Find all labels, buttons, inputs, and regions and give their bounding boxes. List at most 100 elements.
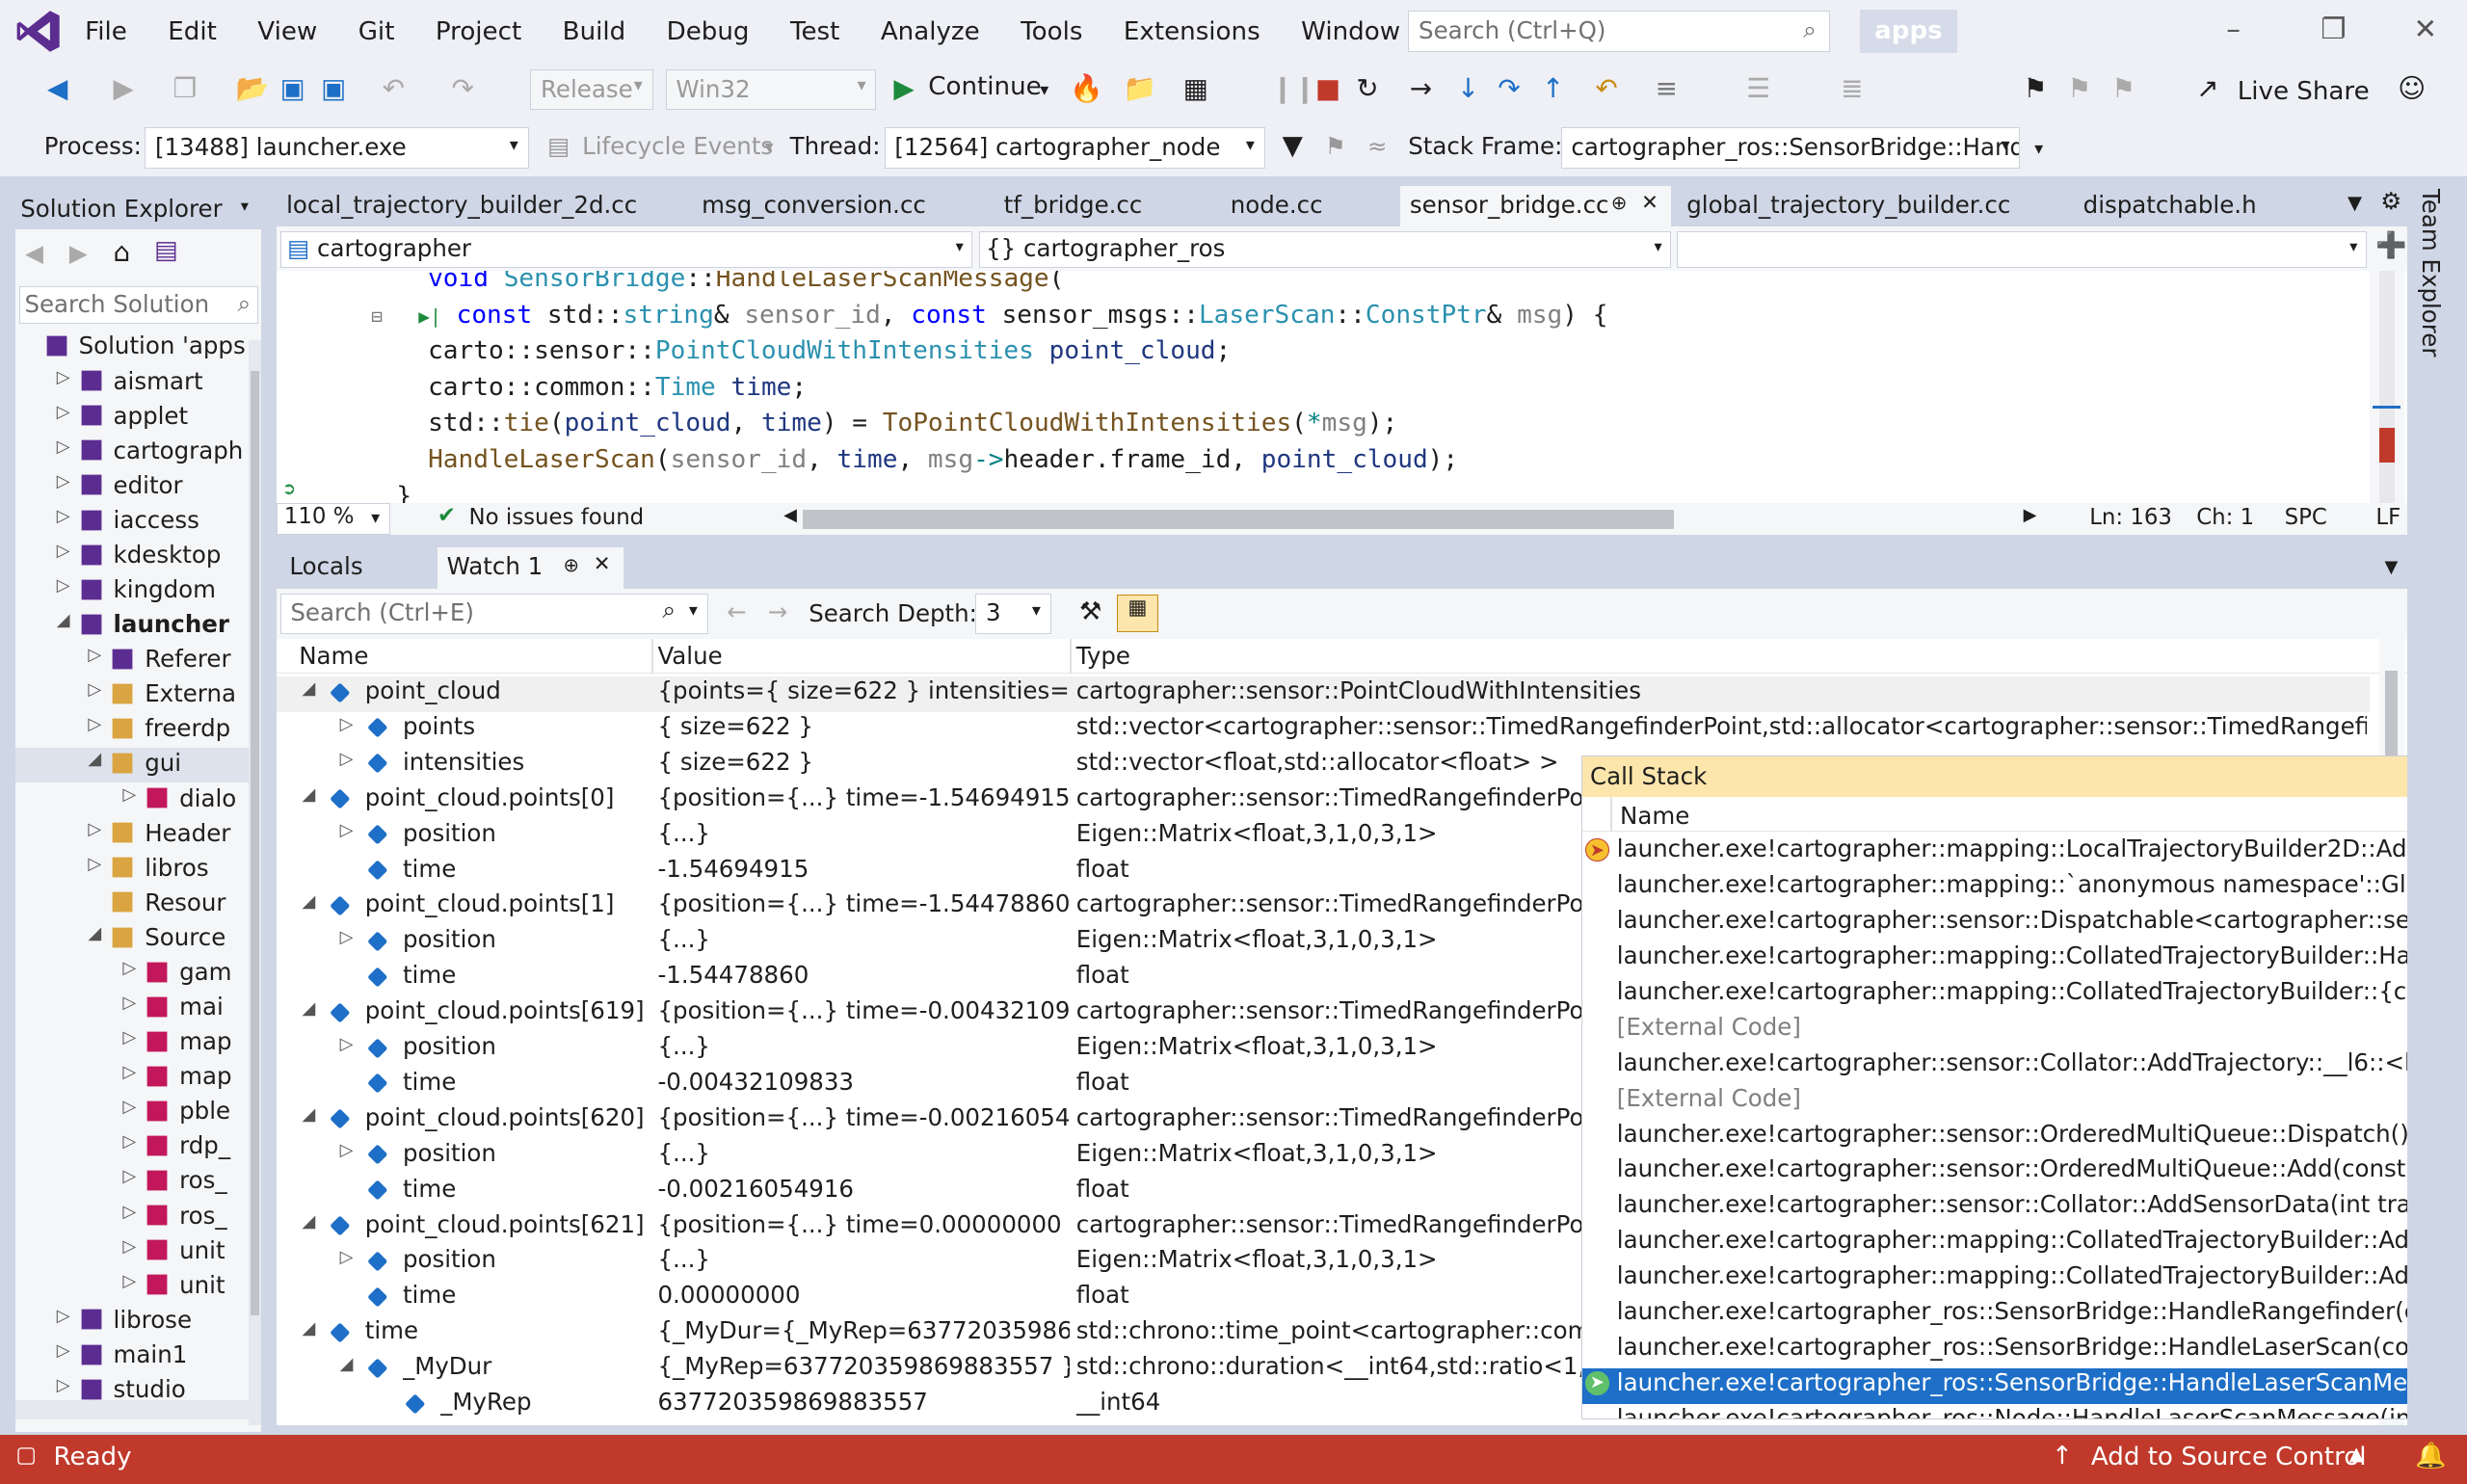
tree-item[interactable]: ▷ Externa — [15, 678, 249, 713]
hex-display-icon[interactable]: ≡ — [1656, 72, 1678, 104]
menu-file[interactable]: File — [85, 17, 127, 46]
collapsed-icon[interactable]: ▷ — [57, 471, 70, 491]
tree-item[interactable]: Solution 'apps — [15, 331, 249, 365]
tree-item[interactable]: Resour — [15, 887, 249, 921]
call-stack-frame[interactable]: [External Code] — [1582, 1084, 2466, 1120]
collapsed-icon[interactable]: ▷ — [57, 541, 70, 561]
column-header-value[interactable]: Value — [657, 642, 722, 670]
issues-indicator[interactable]: No issues found — [469, 505, 645, 530]
show-next-statement-icon[interactable]: → — [1410, 72, 1432, 104]
call-stack-frame[interactable]: launcher.exe!cartographer::mapping::`ano… — [1582, 870, 2466, 906]
watch-row[interactable]: ◢ point_cloud {points={ size=622 } intensi… — [277, 676, 2370, 712]
tab-tf-bridge-cc[interactable]: tf_bridge.cc — [994, 185, 1215, 227]
tree-item[interactable]: ▷ librose — [15, 1304, 249, 1338]
minimize-icon[interactable]: – — [2226, 13, 2241, 45]
tree-item[interactable]: ▷ kingdom — [15, 573, 249, 608]
collapsed-icon[interactable]: ▷ — [122, 1097, 136, 1117]
close-icon[interactable]: ✕ — [2414, 13, 2438, 45]
tree-item[interactable]: ◢ launcher — [15, 609, 249, 644]
redo-icon[interactable]: ↷ — [452, 72, 474, 104]
watch-value[interactable]: -0.00216054916 — [657, 1175, 1070, 1203]
tree-item[interactable]: ▷ iaccess — [15, 504, 249, 539]
call-stack-frame[interactable]: launcher.exe!cartographer::sensor::Dispa… — [1582, 906, 2466, 941]
back-icon[interactable]: ◀ — [25, 239, 43, 267]
configuration-dropdown[interactable]: Release ▾ — [530, 68, 653, 111]
chevron-down-icon[interactable]: ▾ — [241, 197, 249, 215]
watch-value[interactable]: -1.54478860 — [657, 961, 1070, 989]
collapsed-icon[interactable]: ▷ — [122, 993, 136, 1013]
search-depth-dropdown[interactable]: 3 ▾ — [975, 593, 1051, 634]
tree-item[interactable]: ▷ ros_ — [15, 1200, 249, 1234]
flag-icon[interactable]: ⚑ — [1325, 132, 1346, 160]
search-previous-icon[interactable]: ← — [727, 597, 747, 625]
flag-all-icon[interactable]: ≈ — [1367, 132, 1388, 160]
tree-item[interactable]: ▷ unit — [15, 1269, 249, 1304]
tree-item[interactable]: ▷ cartograph — [15, 435, 249, 469]
indent-icon[interactable]: ≣ — [1841, 72, 1863, 104]
watch-value[interactable]: { size=622 } — [657, 712, 1070, 740]
tree-item[interactable]: ▷ map — [15, 1061, 249, 1096]
collapsed-icon[interactable]: ▷ — [88, 714, 101, 734]
tree-item[interactable]: ▷ rdp_ — [15, 1130, 249, 1165]
collapsed-icon[interactable]: ▷ — [88, 679, 101, 700]
watch-value[interactable]: {...} — [657, 819, 1070, 847]
collapsed-icon[interactable]: ▷ — [122, 1271, 136, 1291]
horizontal-scroll-thumb[interactable] — [802, 509, 1675, 529]
step-back-icon[interactable]: ↶ — [1596, 72, 1618, 104]
add-to-source-control-button[interactable]: Add to Source Control — [2091, 1443, 2367, 1471]
tab-msg-conversion-cc[interactable]: msg_conversion.cc — [692, 185, 989, 227]
column-header-type[interactable]: Type — [1076, 642, 1130, 670]
feedback-icon[interactable]: ☺ — [2398, 72, 2426, 104]
tree-item[interactable]: ▷ main1 — [15, 1338, 249, 1373]
menu-window[interactable]: Window — [1301, 17, 1400, 46]
continue-button[interactable]: Continue — [928, 72, 1041, 101]
call-stack-frame[interactable]: launcher.exe!cartographer_ros::SensorBri… — [1582, 1333, 2466, 1368]
watch-value[interactable]: {...} — [657, 925, 1070, 953]
solution-vertical-scrollbar[interactable] — [248, 339, 261, 1426]
menu-extensions[interactable]: Extensions — [1124, 17, 1260, 46]
expanded-icon[interactable]: ◢ — [57, 610, 70, 630]
restart-icon[interactable]: ↻ — [1356, 72, 1378, 104]
bookmark-icon[interactable]: ⚑ — [2024, 72, 2048, 104]
expanded-icon[interactable]: ◢ — [302, 784, 315, 805]
tab-watch-1[interactable]: Watch 1 ⊕ ✕ — [437, 547, 623, 589]
split-editor-icon[interactable]: ➕ — [2375, 231, 2407, 260]
call-stack-frame[interactable]: ➤ launcher.exe!cartographer::mapping::Loc… — [1582, 835, 2466, 870]
collapsed-icon[interactable]: ▷ — [57, 575, 70, 596]
global-search-input[interactable]: Search (Ctrl+Q) ⌕ — [1408, 11, 1830, 52]
thread-dropdown[interactable]: [12564] cartographer_node ▾ — [884, 127, 1265, 169]
call-stack-frame[interactable]: launcher.exe!cartographer::mapping::Coll… — [1582, 977, 2466, 1013]
watch-value[interactable]: {points={ size=622 } intensities={ si... — [657, 676, 1070, 704]
scroll-right-icon[interactable]: ▶ — [2024, 505, 2037, 525]
gear-icon[interactable]: ⚙ — [2380, 187, 2401, 215]
watch-value[interactable]: -1.54694915 — [657, 855, 1070, 883]
collapsed-icon[interactable]: ▷ — [122, 1027, 136, 1047]
expanded-icon[interactable]: ◢ — [302, 1104, 315, 1125]
back-icon[interactable]: ◀ — [47, 72, 67, 104]
tree-item[interactable]: ▷ gam — [15, 956, 249, 991]
collapsed-icon[interactable]: ▷ — [340, 1247, 354, 1267]
expanded-icon[interactable]: ◢ — [88, 923, 101, 943]
forward-icon[interactable]: ▶ — [114, 72, 134, 104]
tree-item[interactable]: ▷ dialo — [15, 782, 249, 817]
expanded-icon[interactable]: ◢ — [340, 1354, 354, 1374]
collapsed-icon[interactable]: ▷ — [340, 820, 354, 840]
call-stack-frame[interactable]: launcher.exe!cartographer_ros::SensorBri… — [1582, 1297, 2466, 1333]
toolbar-options-icon[interactable]: ▾ — [2034, 139, 2043, 159]
collapsed-icon[interactable]: ▷ — [88, 819, 101, 839]
solution-search-input[interactable]: Search Solution ⌕ — [18, 286, 258, 325]
filter-icon[interactable]: ▼ — [1283, 129, 1303, 161]
close-icon[interactable]: ✕ — [1641, 191, 1658, 215]
menu-view[interactable]: View — [257, 17, 317, 46]
collapsed-icon[interactable]: ▷ — [340, 927, 354, 947]
collapsed-icon[interactable]: ▷ — [340, 1140, 354, 1160]
close-icon[interactable]: ✕ — [594, 552, 611, 576]
pin-value-icon[interactable]: ⚒ — [1079, 597, 1101, 626]
watch-value[interactable]: 637720359869883557 — [657, 1388, 1070, 1416]
tab-local-trajectory-builder-2d-cc[interactable]: local_trajectory_builder_2d.cc — [277, 185, 686, 227]
stack-frame-dropdown[interactable]: cartographer_ros::SensorBridge::Handl ▾ — [1560, 127, 2021, 169]
tab-locals[interactable]: Locals — [279, 547, 435, 589]
call-stack-frame[interactable]: ➤ launcher.exe!cartographer_ros::SensorBr… — [1581, 1367, 2467, 1404]
pin-icon[interactable]: ⊕ — [563, 554, 578, 576]
tree-item[interactable]: ▷ Header — [15, 817, 249, 852]
